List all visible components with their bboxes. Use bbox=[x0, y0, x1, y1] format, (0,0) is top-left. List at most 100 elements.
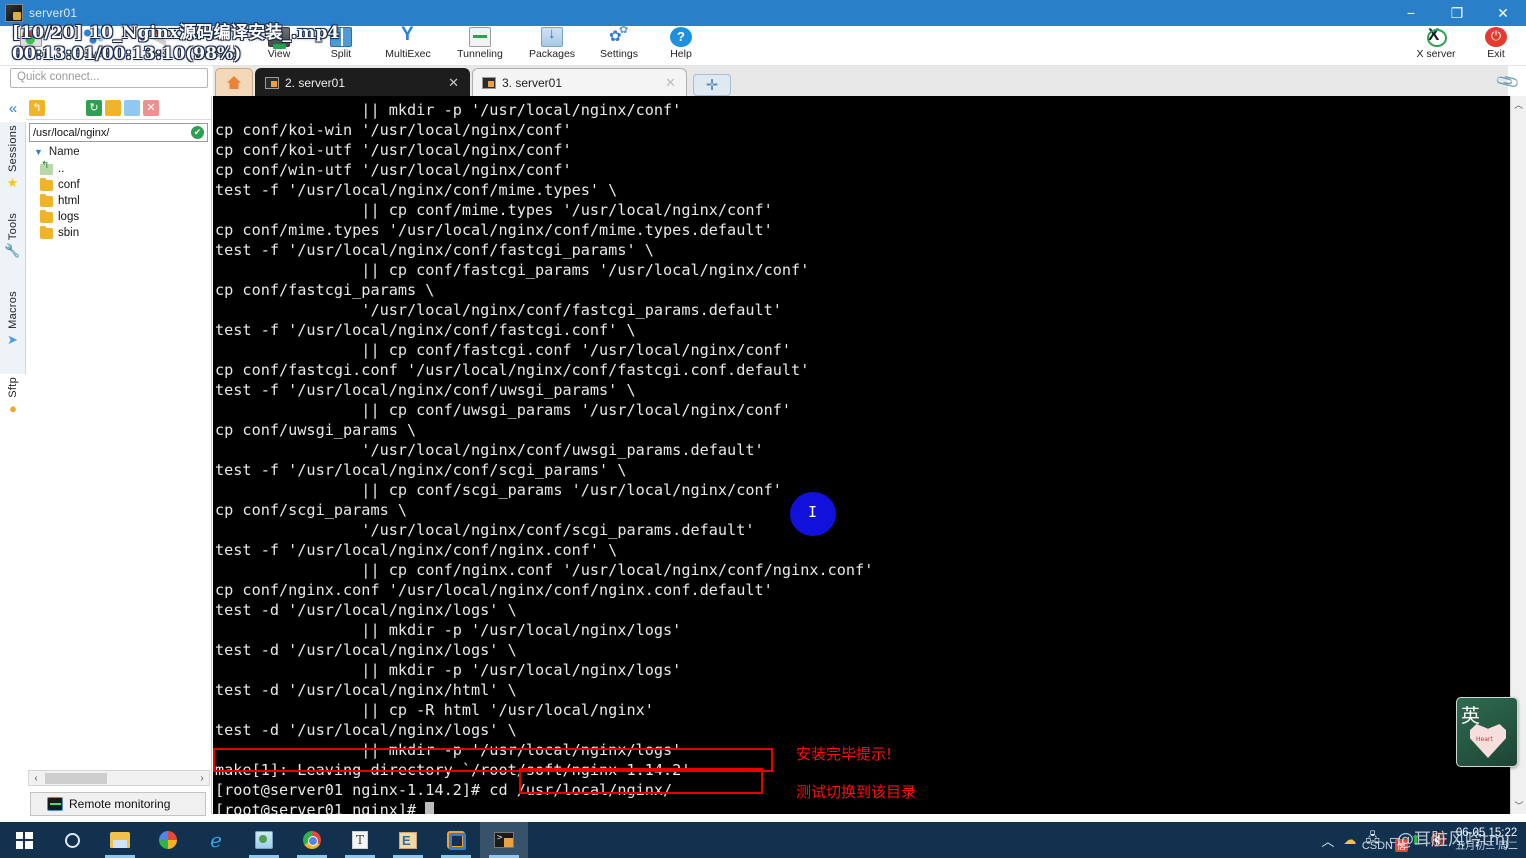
scroll-right-arrow[interactable]: › bbox=[195, 773, 209, 784]
terminal-line: || cp conf/mime.types '/usr/local/nginx/… bbox=[215, 201, 773, 219]
file-name: .. bbox=[58, 163, 65, 175]
multiexec-icon bbox=[397, 24, 419, 47]
toolbar-session[interactable]: Session bbox=[0, 26, 62, 66]
terminal-line: cp conf/fastcgi.conf '/usr/local/nginx/c… bbox=[215, 361, 810, 379]
sidebar-tab-label: Sftp bbox=[7, 377, 19, 398]
toolbar-servers[interactable]: Servers bbox=[62, 26, 124, 66]
cloud-icon[interactable]: ☁ bbox=[1343, 832, 1356, 848]
more-icon[interactable]: ▮ bbox=[181, 99, 197, 116]
toolbar-tools[interactable]: Tools bbox=[124, 26, 186, 66]
parent-folder-icon[interactable]: ↰ bbox=[29, 99, 45, 116]
app-six-button[interactable] bbox=[240, 822, 288, 858]
ime-heart-label: Heart bbox=[1476, 736, 1493, 743]
terminal-line: test -f '/usr/local/nginx/conf/nginx.con… bbox=[215, 541, 618, 559]
remote-monitoring-button[interactable]: Remote monitoring bbox=[30, 792, 206, 816]
power-exit-icon: ⏻ bbox=[1485, 27, 1507, 47]
list-item[interactable]: sbin bbox=[40, 225, 211, 241]
refresh-icon[interactable]: ↻ bbox=[86, 99, 102, 116]
terminal-line: || mkdir -p '/usr/local/nginx/logs' bbox=[215, 621, 682, 639]
scroll-left-arrow[interactable]: ‹ bbox=[29, 773, 43, 784]
battery-icon[interactable]: ▭ bbox=[1389, 832, 1401, 848]
title-bar: server01 − ❐ ✕ bbox=[0, 0, 1526, 26]
minimize-button[interactable]: − bbox=[1388, 0, 1434, 26]
google-chrome-button[interactable] bbox=[288, 822, 336, 858]
sftp-path-bar[interactable]: /usr/local/nginx/ ✔ bbox=[29, 123, 208, 142]
file-explorer-button[interactable] bbox=[96, 822, 144, 858]
quick-connect-input[interactable]: Quick connect... bbox=[10, 68, 208, 88]
toolbar-view[interactable]: View bbox=[248, 26, 310, 66]
star-icon: ★ bbox=[6, 175, 19, 191]
sidebar-tab-macros[interactable]: Macros ➤ bbox=[0, 288, 26, 374]
clock[interactable]: 06-05 15:22 五月初三 周二 bbox=[1455, 827, 1518, 853]
home-tab-button[interactable] bbox=[215, 68, 253, 96]
toolbar-tunneling[interactable]: Tunneling bbox=[444, 26, 516, 66]
toolbar-packages[interactable]: Packages bbox=[516, 25, 588, 66]
file-name: logs bbox=[58, 211, 80, 223]
new-file-icon[interactable] bbox=[124, 99, 140, 116]
delete-icon[interactable]: ✕ bbox=[143, 99, 159, 116]
check-ok-icon: ✔ bbox=[191, 126, 204, 139]
text-mode-icon[interactable]: A bbox=[162, 99, 178, 116]
new-tab-button[interactable]: ✛ bbox=[693, 74, 731, 96]
toolbar-split[interactable]: Split bbox=[310, 26, 372, 66]
ime-mode-label: 英 bbox=[1461, 705, 1481, 727]
sidebar-collapse-button[interactable]: « bbox=[0, 96, 26, 122]
terminal-output[interactable]: || mkdir -p '/usr/local/nginx/conf' cp co… bbox=[213, 96, 1510, 814]
terminal-line: cp conf/koi-win '/usr/local/nginx/conf' bbox=[215, 121, 572, 139]
enterprise-app-button[interactable] bbox=[384, 822, 432, 858]
toolbar-settings[interactable]: Settings bbox=[588, 23, 650, 66]
terminal-active-prompt[interactable]: [root@server01 nginx]# bbox=[215, 800, 1510, 814]
vmware-button[interactable] bbox=[432, 822, 480, 858]
sidebar-tab-sftp[interactable]: Sftp ● bbox=[0, 374, 26, 436]
sidebar-tab-tools[interactable]: Tools 🔧 bbox=[0, 210, 26, 288]
system-tray: ︿ ☁ 🖧 ▭ ⬆ 🔇 06-05 15:22 五月初三 周二 bbox=[1321, 827, 1526, 853]
clock-date: 五月初三 周二 bbox=[1455, 841, 1518, 852]
update-icon[interactable]: ⬆ bbox=[1410, 832, 1421, 848]
cortana-button[interactable] bbox=[48, 822, 96, 858]
home-icon bbox=[227, 76, 241, 89]
volume-muted-icon[interactable]: 🔇 bbox=[1430, 832, 1446, 848]
scroll-down-arrow[interactable]: ﹀ bbox=[1511, 799, 1526, 812]
chrome-icon bbox=[303, 831, 321, 849]
microsoft-edge-button[interactable]: e bbox=[192, 822, 240, 858]
toolbar-sessions[interactable]: Sessions bbox=[186, 25, 248, 66]
tray-expand-chevron-icon[interactable]: ︿ bbox=[1321, 831, 1334, 850]
list-item[interactable]: .. bbox=[40, 160, 211, 177]
toolbar-label: Servers bbox=[74, 48, 112, 60]
download-icon[interactable]: ⤓ bbox=[48, 99, 64, 116]
typora-button[interactable]: T bbox=[336, 822, 384, 858]
tab-server01-3[interactable]: 3. server01 ✕ bbox=[472, 68, 687, 96]
close-button[interactable]: ✕ bbox=[1480, 0, 1526, 26]
tab-server01-2[interactable]: 2. server01 ✕ bbox=[255, 68, 470, 96]
terminal-line: test -f '/usr/local/nginx/conf/mime.type… bbox=[215, 181, 618, 199]
sftp-browser-panel: ↰ ⤓ ⤒ ↻ ✕ A ▮ /usr/local/nginx/ ✔ ▼ Name… bbox=[26, 96, 212, 814]
scrollbar-thumb[interactable] bbox=[45, 772, 107, 784]
close-icon[interactable]: ✕ bbox=[448, 75, 459, 91]
sftp-column-header[interactable]: ▼ Name bbox=[26, 142, 211, 161]
mobaxterm-button[interactable] bbox=[480, 822, 528, 858]
terminal-line: || cp conf/fastcgi.conf '/usr/local/ngin… bbox=[215, 341, 792, 359]
list-item[interactable]: logs bbox=[40, 209, 211, 225]
start-button[interactable] bbox=[0, 822, 48, 858]
ime-language-widget[interactable]: 英 Heart bbox=[1456, 697, 1518, 767]
folder-icon bbox=[40, 225, 53, 239]
close-icon[interactable]: ✕ bbox=[665, 75, 676, 91]
maximize-button[interactable]: ❐ bbox=[1434, 0, 1480, 26]
toolbar-x-server[interactable]: X server bbox=[1406, 25, 1466, 66]
packages-download-icon bbox=[541, 25, 563, 47]
scroll-up-arrow[interactable]: ︿ bbox=[1511, 96, 1526, 111]
list-item[interactable]: html bbox=[40, 193, 211, 209]
terminal-line: '/usr/local/nginx/conf/uwsgi_params.defa… bbox=[215, 441, 764, 459]
terminal-line: || mkdir -p '/usr/local/nginx/conf' bbox=[215, 101, 682, 119]
toolbar-multiexec[interactable]: MultiExec bbox=[372, 24, 444, 66]
photos-app-button[interactable] bbox=[144, 822, 192, 858]
new-folder-icon[interactable] bbox=[105, 99, 121, 116]
list-item[interactable]: conf bbox=[40, 177, 211, 193]
network-icon[interactable]: 🖧 bbox=[1365, 829, 1380, 851]
upload-icon[interactable]: ⤒ bbox=[67, 99, 83, 116]
toolbar-exit[interactable]: ⏻ Exit bbox=[1466, 26, 1526, 66]
terminal-line: test -d '/usr/local/nginx/logs' \ bbox=[215, 601, 517, 619]
sidebar-tab-sessions[interactable]: Sessions ★ bbox=[0, 122, 26, 210]
sftp-horizontal-scrollbar[interactable]: ‹ › bbox=[28, 770, 210, 786]
toolbar-help[interactable]: ? Help bbox=[650, 26, 712, 66]
